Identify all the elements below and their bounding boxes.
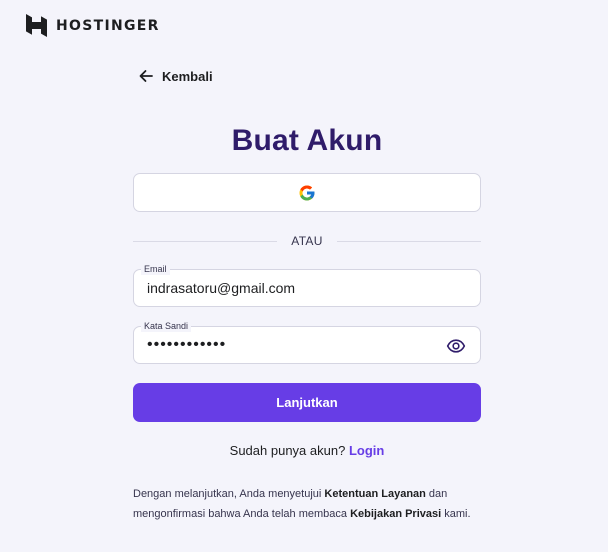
terms-of-service-link[interactable]: Ketentuan Layanan bbox=[324, 488, 425, 500]
hostinger-logo-icon bbox=[26, 14, 47, 37]
arrow-left-icon bbox=[138, 68, 154, 84]
login-link[interactable]: Login bbox=[349, 443, 384, 458]
divider-line-left bbox=[133, 240, 278, 242]
brand-name: HOSTINGER bbox=[56, 17, 160, 34]
continue-button[interactable]: Lanjutkan bbox=[133, 383, 481, 422]
google-icon bbox=[298, 184, 316, 202]
signup-page: HOSTINGER Kembali Buat Akun ATAU Email i… bbox=[0, 0, 608, 552]
brand[interactable]: HOSTINGER bbox=[26, 14, 160, 37]
privacy-policy-link[interactable]: Kebijakan Privasi bbox=[350, 508, 441, 520]
email-input[interactable] bbox=[134, 270, 480, 306]
back-link[interactable]: Kembali bbox=[138, 68, 213, 84]
terms-text: Dengan melanjutkan, Anda menyetujui Kete… bbox=[133, 485, 481, 524]
page-title: Buat Akun bbox=[231, 124, 383, 157]
or-divider: ATAU bbox=[133, 232, 481, 250]
divider-text: ATAU bbox=[291, 234, 323, 248]
terms-part-3: kami. bbox=[441, 507, 471, 520]
divider-line-right bbox=[336, 240, 481, 242]
email-field: Email bbox=[133, 263, 481, 307]
terms-part-1: Dengan melanjutkan, Anda menyetujui bbox=[133, 488, 325, 500]
eye-icon[interactable] bbox=[446, 336, 466, 356]
login-prompt-row: Sudah punya akun? Login bbox=[133, 443, 481, 458]
password-input[interactable] bbox=[134, 327, 480, 363]
login-prompt: Sudah punya akun? bbox=[229, 443, 346, 458]
google-signin-button[interactable] bbox=[133, 173, 481, 212]
password-field: Kata Sandi bbox=[133, 320, 481, 364]
back-label: Kembali bbox=[162, 68, 213, 84]
